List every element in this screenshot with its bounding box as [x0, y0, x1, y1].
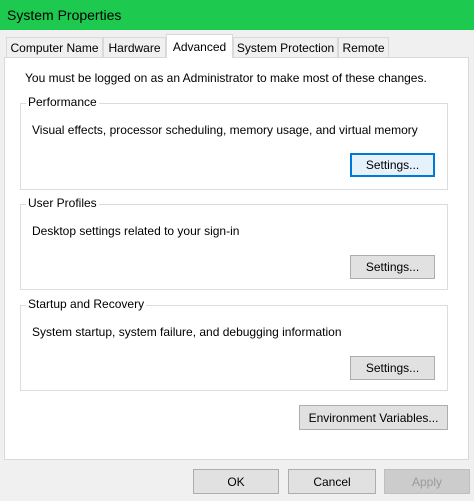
ok-button[interactable]: OK — [193, 469, 279, 494]
user-profiles-settings-button[interactable]: Settings... — [350, 255, 435, 279]
user-profiles-title: User Profiles — [26, 196, 99, 210]
user-profiles-description: Desktop settings related to your sign-in — [32, 224, 240, 238]
tab-advanced[interactable]: Advanced — [166, 34, 233, 58]
cancel-button[interactable]: Cancel — [288, 469, 376, 494]
tab-label: Advanced — [172, 39, 227, 54]
performance-title: Performance — [26, 95, 99, 109]
tab-computer-name[interactable]: Computer Name — [6, 37, 103, 57]
tab-label: System Protection — [236, 40, 335, 55]
title-bar[interactable]: System Properties — [0, 0, 474, 30]
performance-description: Visual effects, processor scheduling, me… — [32, 123, 418, 137]
tab-label: Remote — [342, 40, 385, 55]
environment-variables-button[interactable]: Environment Variables... — [299, 405, 448, 430]
admin-note: You must be logged on as an Administrato… — [25, 71, 427, 85]
window-title: System Properties — [7, 7, 122, 23]
performance-settings-button[interactable]: Settings... — [350, 153, 435, 177]
tab-label: Computer Name — [10, 40, 99, 55]
startup-recovery-settings-button[interactable]: Settings... — [350, 356, 435, 380]
startup-recovery-description: System startup, system failure, and debu… — [32, 325, 342, 339]
tab-remote[interactable]: Remote — [338, 37, 389, 57]
apply-button[interactable]: Apply — [384, 469, 470, 494]
startup-recovery-title: Startup and Recovery — [26, 297, 147, 311]
tab-hardware[interactable]: Hardware — [103, 37, 166, 57]
tab-label: Hardware — [108, 40, 161, 55]
tab-system-protection[interactable]: System Protection — [233, 37, 338, 57]
